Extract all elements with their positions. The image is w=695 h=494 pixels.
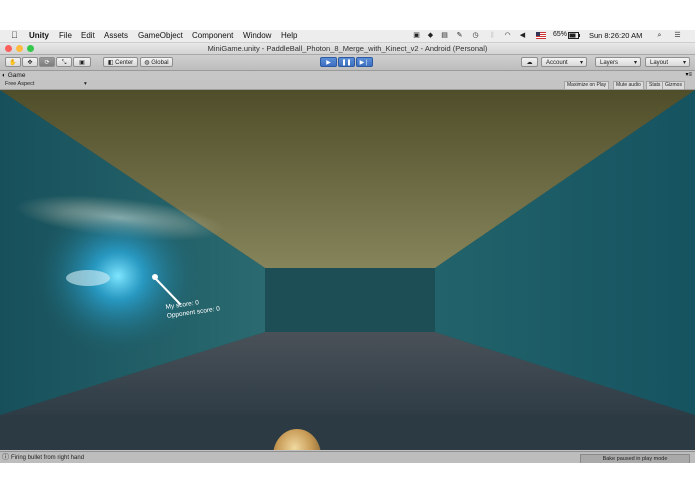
screen-share-icon[interactable]: ▣ — [412, 32, 421, 40]
hand-tool-button[interactable]: ✋ — [5, 57, 21, 67]
menu-window[interactable]: Window — [243, 31, 271, 40]
menu-assets[interactable]: Assets — [104, 31, 128, 40]
move-tool-button[interactable]: ✥ — [22, 57, 38, 67]
time-machine-icon[interactable]: ◷ — [471, 32, 480, 40]
notification-center-icon[interactable]: ☰ — [673, 32, 682, 40]
tab-menu-icon[interactable]: ▾≡ — [685, 71, 692, 78]
battery-icon[interactable] — [568, 32, 580, 40]
apple-icon[interactable]:  — [11, 30, 18, 40]
aspect-dropdown-arrow-icon[interactable]: ▾ — [84, 80, 87, 89]
scale-tool-button[interactable]: ⤡ — [56, 57, 72, 67]
back-wall — [265, 268, 435, 332]
bullet — [152, 274, 158, 280]
menu-help[interactable]: Help — [281, 31, 297, 40]
blue-glow — [33, 196, 203, 356]
bake-status: Bake paused in play mode — [580, 454, 690, 463]
maximize-on-play-toggle[interactable]: Maximize on Play — [564, 81, 610, 90]
volume-icon[interactable]: ◀ — [518, 32, 527, 40]
account-dropdown[interactable]: Account — [541, 57, 587, 68]
game-viewport[interactable]: My score: 0 Opponent score: 0 — [0, 90, 695, 450]
menu-component[interactable]: Component — [192, 31, 233, 40]
clipboard-icon[interactable]: ▤ — [440, 32, 449, 40]
menu-file[interactable]: File — [59, 31, 72, 40]
game-tab-bar: ◐ Game ▾≡ — [0, 71, 695, 80]
script-icon[interactable]: ✎ — [455, 32, 464, 40]
glow-highlight — [66, 270, 110, 286]
spotlight-search-icon[interactable]: ⌕ — [655, 32, 664, 40]
menu-gameobject[interactable]: GameObject — [138, 31, 183, 40]
space-label: Global — [151, 60, 169, 66]
screen:  Unity File Edit Assets GameObject Comp… — [0, 30, 695, 463]
status-bar: ⓘ Firing bullet from right hand Bake pau… — [0, 451, 695, 463]
window-title: MiniGame.unity - PaddleBall_Photon_8_Mer… — [207, 44, 488, 53]
floor-near — [0, 415, 695, 450]
gizmos-dropdown[interactable]: Gizmos — [662, 81, 685, 90]
play-button[interactable]: ▶ — [320, 57, 337, 67]
aspect-dropdown[interactable]: Free Aspect — [5, 80, 34, 89]
flag-icon[interactable] — [536, 32, 546, 40]
info-icon: ⓘ — [2, 454, 9, 461]
bluetooth-icon[interactable]: ᛒ — [488, 32, 497, 40]
tab-game-label: Game — [7, 72, 26, 79]
step-button[interactable]: ▶❘ — [356, 57, 373, 67]
status-message[interactable]: Firing bullet from right hand — [11, 452, 84, 463]
pivot-label: Center — [115, 60, 134, 66]
evernote-icon[interactable]: ◆ — [426, 32, 435, 40]
cloud-icon[interactable]: ☁ — [521, 57, 538, 67]
stats-toggle[interactable]: Stats — [646, 81, 664, 90]
rect-tool-button[interactable]: ▣ — [73, 57, 91, 67]
mute-audio-toggle[interactable]: Mute audio — [613, 81, 644, 90]
pivot-center-toggle[interactable]: ◧ Center — [103, 57, 138, 67]
layers-dropdown[interactable]: Layers — [595, 57, 641, 68]
game-scene — [0, 90, 695, 450]
pause-button[interactable]: ❚❚ — [338, 57, 355, 67]
menu-edit[interactable]: Edit — [81, 31, 95, 40]
menu-app-unity[interactable]: Unity — [29, 31, 49, 40]
window-title-bar: MiniGame.unity - PaddleBall_Photon_8_Mer… — [0, 43, 695, 55]
tab-game[interactable]: ◐ Game — [2, 71, 42, 80]
game-view-controlbar: Free Aspect ▾ Maximize on Play Mute audi… — [0, 80, 695, 90]
battery-percent: 65% — [553, 31, 568, 38]
unity-toolbar: ✋ ✥ ⟳ ⤡ ▣ ◧ Center ◍ Global ▶ ❚❚ ▶❘ ☁ Ac… — [0, 55, 695, 71]
clock[interactable]: Sun 8:26:20 AM — [589, 31, 642, 40]
menu-bar:  Unity File Edit Assets GameObject Comp… — [0, 30, 695, 43]
rotate-tool-button[interactable]: ⟳ — [39, 57, 55, 67]
space-global-toggle[interactable]: ◍ Global — [140, 57, 173, 67]
layout-dropdown[interactable]: Layout — [645, 57, 690, 68]
wifi-icon[interactable]: ◠ — [503, 32, 512, 40]
